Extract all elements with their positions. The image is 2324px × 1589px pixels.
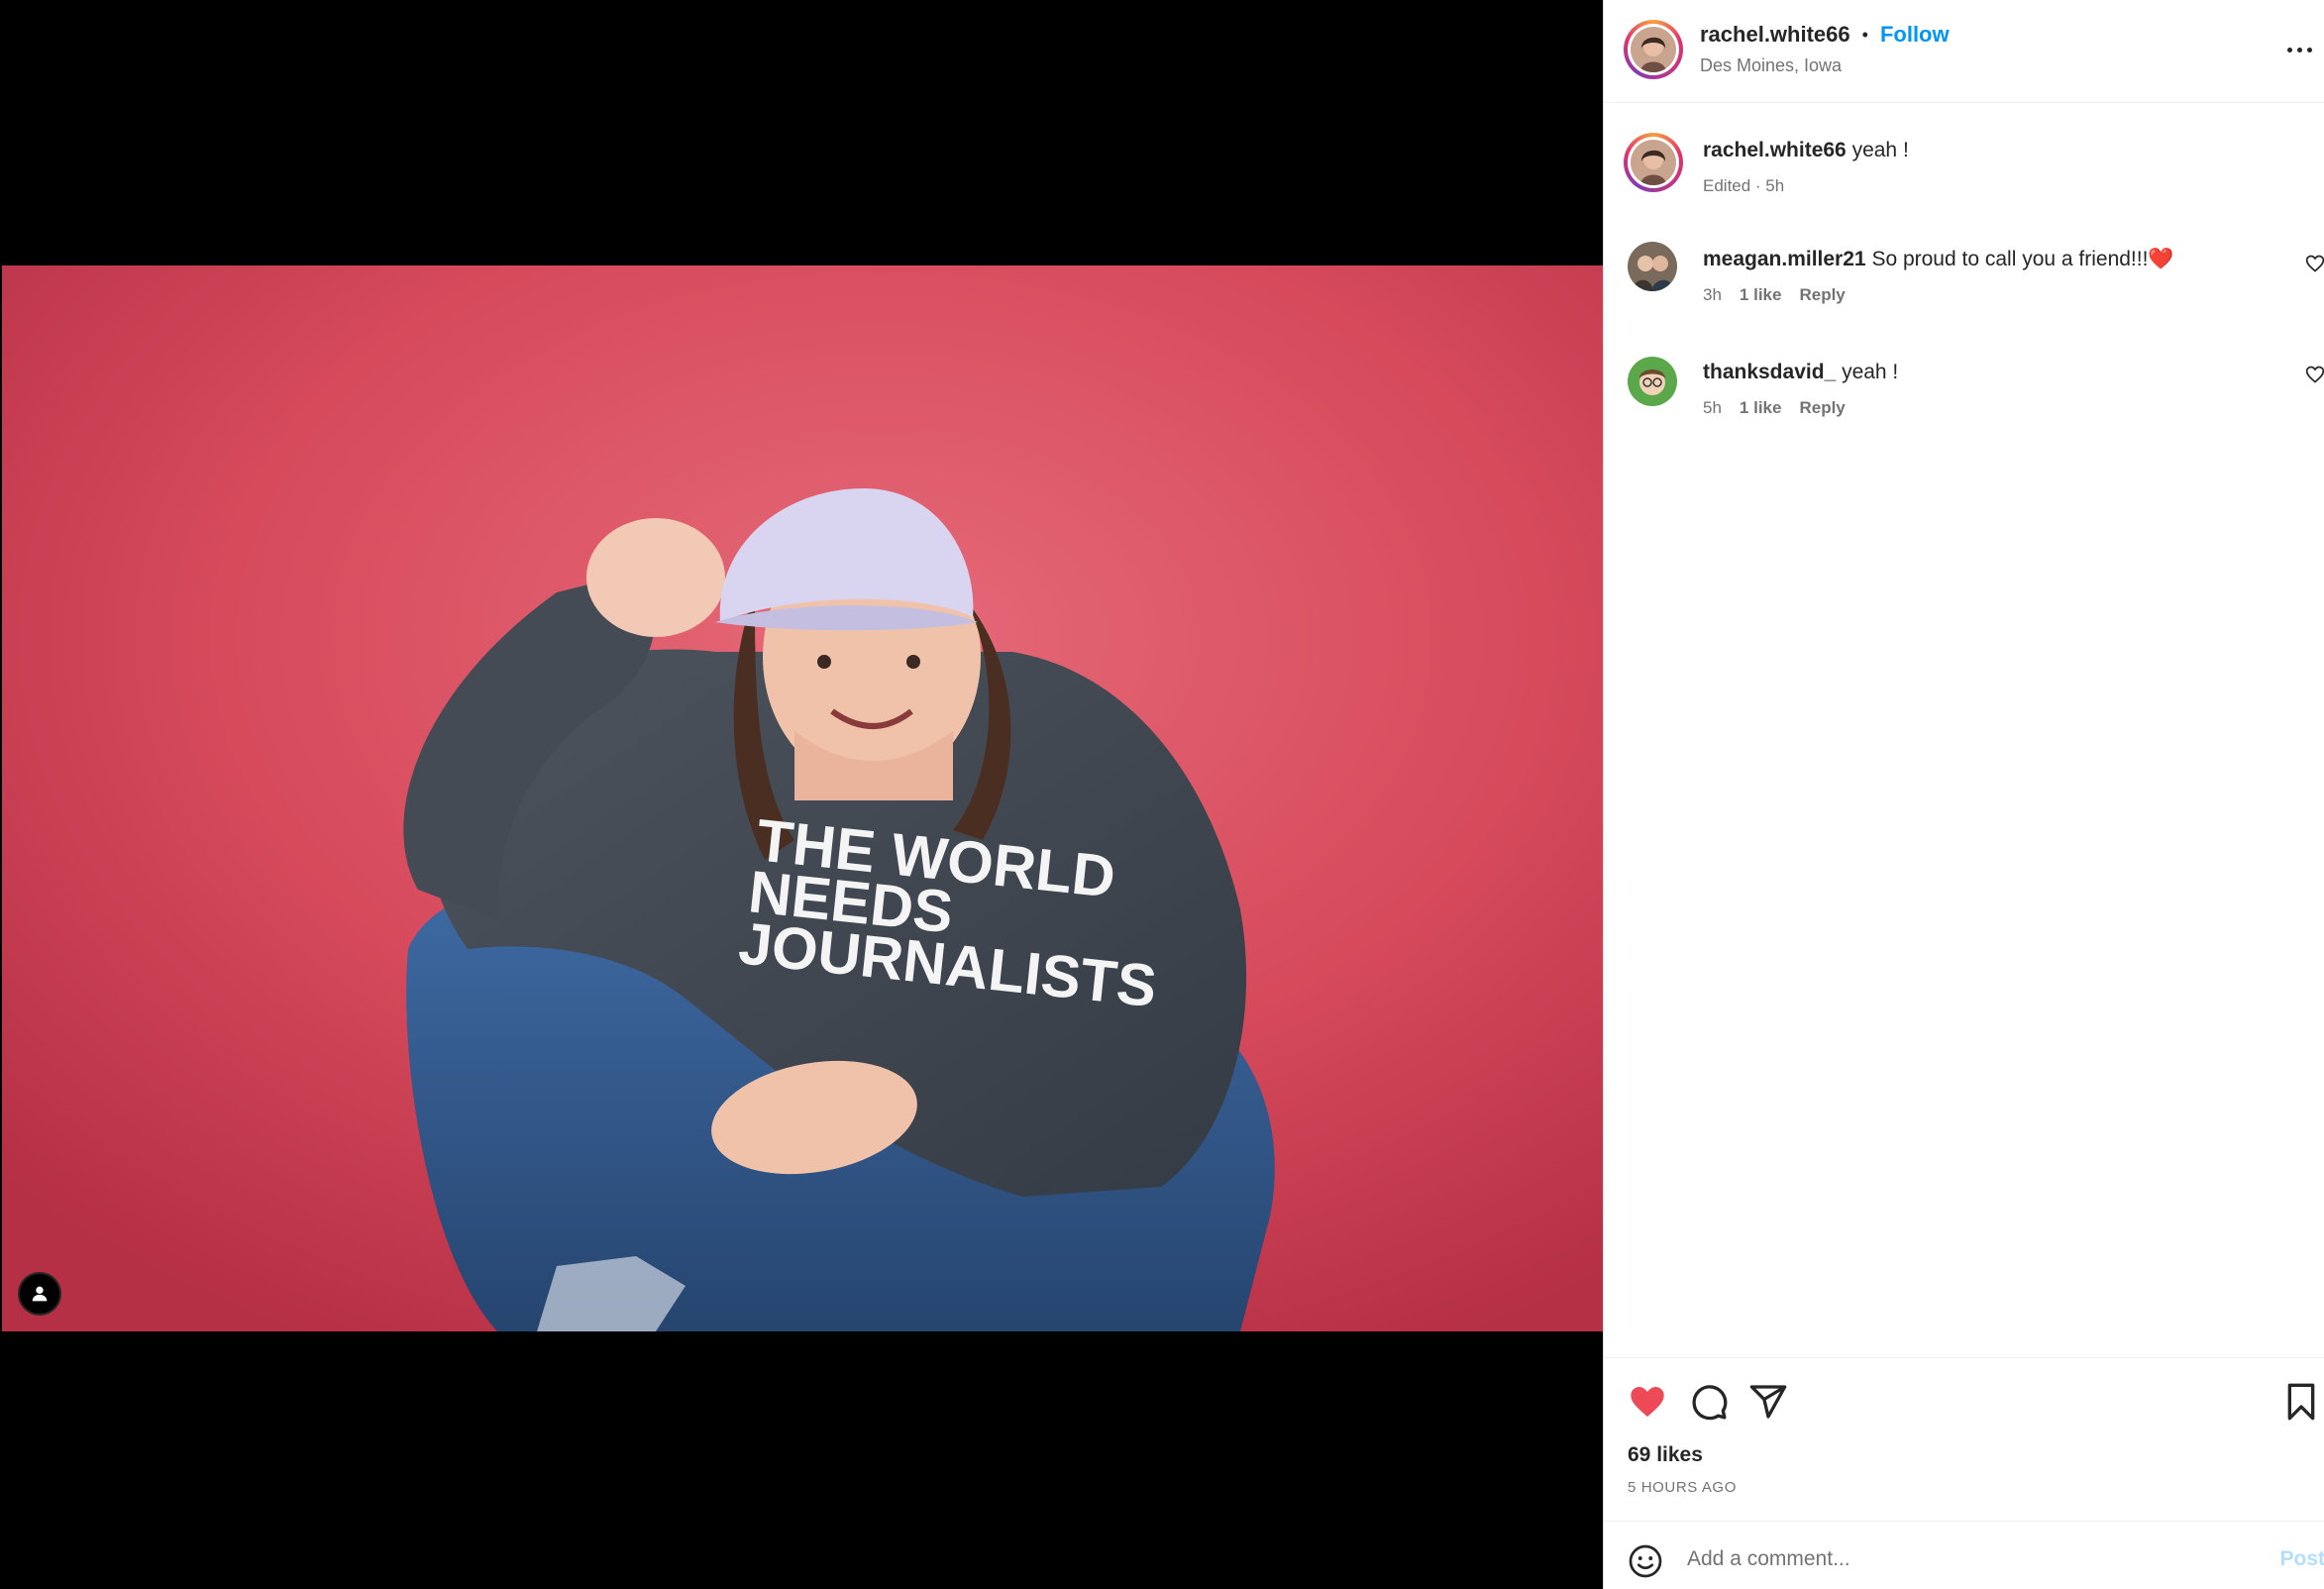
- comment-username[interactable]: thanksdavid_: [1703, 361, 1836, 383]
- author-avatar-image: [1631, 27, 1676, 72]
- reply-button[interactable]: Reply: [1799, 398, 1845, 418]
- commenter-avatar[interactable]: [1628, 357, 1677, 406]
- post-header: rachel.white66 • Follow Des Moines, Iowa: [1604, 0, 2324, 103]
- like-heart-icon[interactable]: [1628, 1382, 1667, 1422]
- comment-time[interactable]: 5h: [1703, 398, 1722, 418]
- photo-illustration: THE WORLD NEEDS JOURNALISTS: [2, 265, 1603, 1331]
- comment-icon[interactable]: [1689, 1382, 1729, 1422]
- commenter-avatar[interactable]: [1628, 242, 1677, 291]
- comment-like-icon[interactable]: [2305, 254, 2324, 273]
- caption-avatar-image: [1631, 140, 1676, 185]
- emoji-icon[interactable]: [1628, 1543, 1663, 1579]
- likes-count[interactable]: 69 likes: [1628, 1443, 1703, 1467]
- post-actions: 69 likes 5 HOURS AGO: [1604, 1357, 2324, 1521]
- comment-likes[interactable]: 1 like: [1740, 285, 1782, 305]
- caption-row: rachel.white66 yeah ! Edited · 5h: [1604, 103, 2324, 228]
- caption-username[interactable]: rachel.white66: [1703, 139, 1847, 161]
- caption-text: yeah !: [1851, 139, 1909, 161]
- caption-meta: Edited · 5h: [1703, 176, 1785, 195]
- comment-text: yeah !: [1842, 361, 1899, 383]
- comment-likes[interactable]: 1 like: [1740, 398, 1782, 418]
- add-comment-input[interactable]: [1687, 1537, 2222, 1581]
- post-panel: rachel.white66 • Follow Des Moines, Iowa: [1603, 0, 2324, 1589]
- tagged-users-icon[interactable]: [18, 1272, 61, 1316]
- comment-text: So proud to call you a friend!!!❤️: [1871, 248, 2174, 270]
- comment-row: meagan.miller21 So proud to call you a f…: [1604, 228, 2324, 337]
- post-comment-button[interactable]: Post: [2279, 1547, 2324, 1571]
- caption-avatar[interactable]: [1624, 133, 1683, 192]
- author-avatar[interactable]: [1624, 20, 1683, 79]
- post-time-ago[interactable]: 5 HOURS AGO: [1628, 1479, 1737, 1496]
- post-location[interactable]: Des Moines, Iowa: [1700, 55, 1950, 76]
- reply-button[interactable]: Reply: [1799, 285, 1845, 305]
- comment-like-icon[interactable]: [2305, 365, 2324, 384]
- header-separator: •: [1861, 24, 1868, 45]
- share-send-icon[interactable]: [1748, 1382, 1788, 1422]
- comment-row: thanksdavid_ yeah ! 5h 1 like Reply: [1604, 337, 2324, 446]
- comment-username[interactable]: meagan.miller21: [1703, 248, 1866, 270]
- post-media: THE WORLD NEEDS JOURNALISTS: [0, 0, 1603, 1589]
- comment-time[interactable]: 3h: [1703, 285, 1722, 305]
- author-username[interactable]: rachel.white66: [1700, 22, 1850, 48]
- more-horizontal-icon[interactable]: [2279, 36, 2319, 63]
- comments-section: rachel.white66 yeah ! Edited · 5h meagan…: [1604, 103, 2324, 417]
- post-photo[interactable]: THE WORLD NEEDS JOURNALISTS: [2, 265, 1603, 1331]
- follow-button[interactable]: Follow: [1880, 22, 1950, 48]
- bookmark-icon[interactable]: [2281, 1382, 2321, 1422]
- comment-composer: Post: [1604, 1521, 2324, 1589]
